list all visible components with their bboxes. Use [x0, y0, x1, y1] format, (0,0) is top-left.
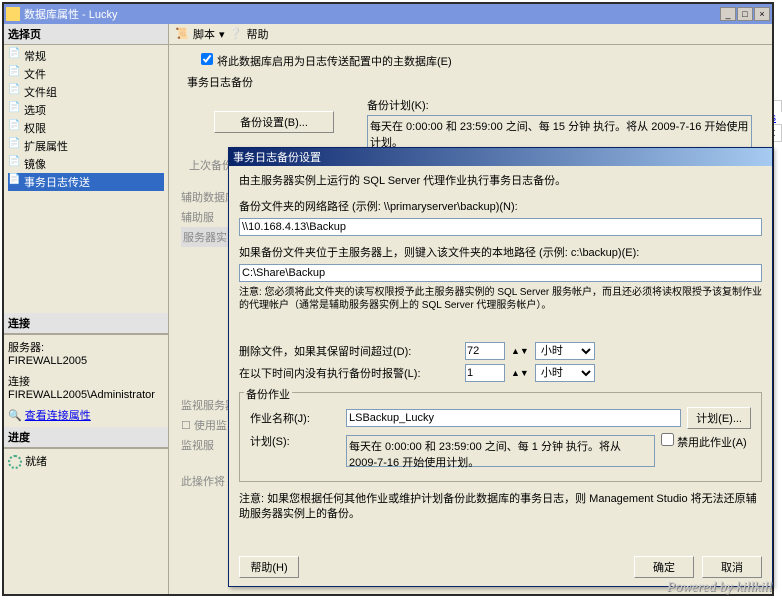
- backup-settings-button[interactable]: 备份设置(B)...: [214, 111, 334, 133]
- delete-unit-select[interactable]: 小时: [535, 342, 595, 360]
- network-path-input[interactable]: [239, 218, 762, 236]
- sidebar-item-3[interactable]: 选项: [8, 101, 164, 119]
- minimize-button[interactable]: _: [720, 7, 736, 21]
- sidebar-item-5[interactable]: 扩展属性: [8, 137, 164, 155]
- help-button[interactable]: 帮助: [247, 26, 269, 42]
- dialog-title: 事务日志备份设置: [229, 148, 772, 166]
- progress-header: 进度: [4, 427, 168, 448]
- progress-status: 就绪: [25, 456, 47, 468]
- dialog-cancel-button[interactable]: 取消: [702, 556, 762, 578]
- sidebar-item-0[interactable]: 常规: [8, 47, 164, 65]
- connection-header: 连接: [4, 313, 168, 334]
- server-name: FIREWALL2005: [8, 355, 164, 367]
- sidebar-header: 选择页: [4, 24, 168, 45]
- sidebar-item-1[interactable]: 文件: [8, 65, 164, 83]
- close-button[interactable]: ×: [754, 7, 770, 21]
- connection-user: FIREWALL2005\Administrator: [8, 389, 164, 401]
- sidebar-item-4[interactable]: 权限: [8, 119, 164, 137]
- job-name-input[interactable]: [346, 409, 681, 427]
- schedule-box: 每天在 0:00:00 和 23:59:00 之间、每 15 分钟 执行。将从 …: [367, 115, 752, 151]
- alert-hours-input[interactable]: [465, 364, 505, 382]
- script-button[interactable]: 脚本: [193, 26, 215, 42]
- backup-settings-dialog: 事务日志备份设置 由主服务器实例上运行的 SQL Server 代理作业执行事务…: [228, 147, 773, 587]
- disable-job-checkbox[interactable]: [661, 433, 674, 446]
- dialog-help-button[interactable]: 帮助(H): [239, 556, 299, 578]
- alert-unit-select[interactable]: 小时: [535, 364, 595, 382]
- window-title: 数据库属性 - Lucky: [24, 6, 720, 22]
- delete-hours-input[interactable]: [465, 342, 505, 360]
- sidebar: 选择页 常规文件文件组选项权限扩展属性镜像事务日志传送 连接 服务器: FIRE…: [4, 24, 169, 594]
- view-connection-link[interactable]: 查看连接属性: [25, 410, 91, 422]
- local-path-input[interactable]: [239, 264, 762, 282]
- db-icon: [6, 7, 20, 21]
- sidebar-item-7[interactable]: 事务日志传送: [8, 173, 164, 191]
- enable-logshipping-label: 将此数据库启用为日志传送配置中的主数据库(E): [217, 53, 452, 69]
- watermark: Powered by killkill: [667, 580, 772, 596]
- titlebar: 数据库属性 - Lucky _ □ ×: [4, 4, 772, 24]
- progress-icon: [8, 455, 22, 469]
- backup-legend: 事务日志备份: [185, 74, 255, 90]
- sidebar-item-2[interactable]: 文件组: [8, 83, 164, 101]
- maximize-button[interactable]: □: [737, 7, 753, 21]
- dialog-ok-button[interactable]: 确定: [634, 556, 694, 578]
- script-icon: 📜: [175, 27, 189, 41]
- sidebar-item-6[interactable]: 镜像: [8, 155, 164, 173]
- page-tree: 常规文件文件组选项权限扩展属性镜像事务日志传送: [4, 45, 168, 193]
- help-icon: ❔: [229, 27, 243, 41]
- schedule-button[interactable]: 计划(E)...: [687, 407, 751, 429]
- enable-logshipping-checkbox[interactable]: [201, 53, 213, 65]
